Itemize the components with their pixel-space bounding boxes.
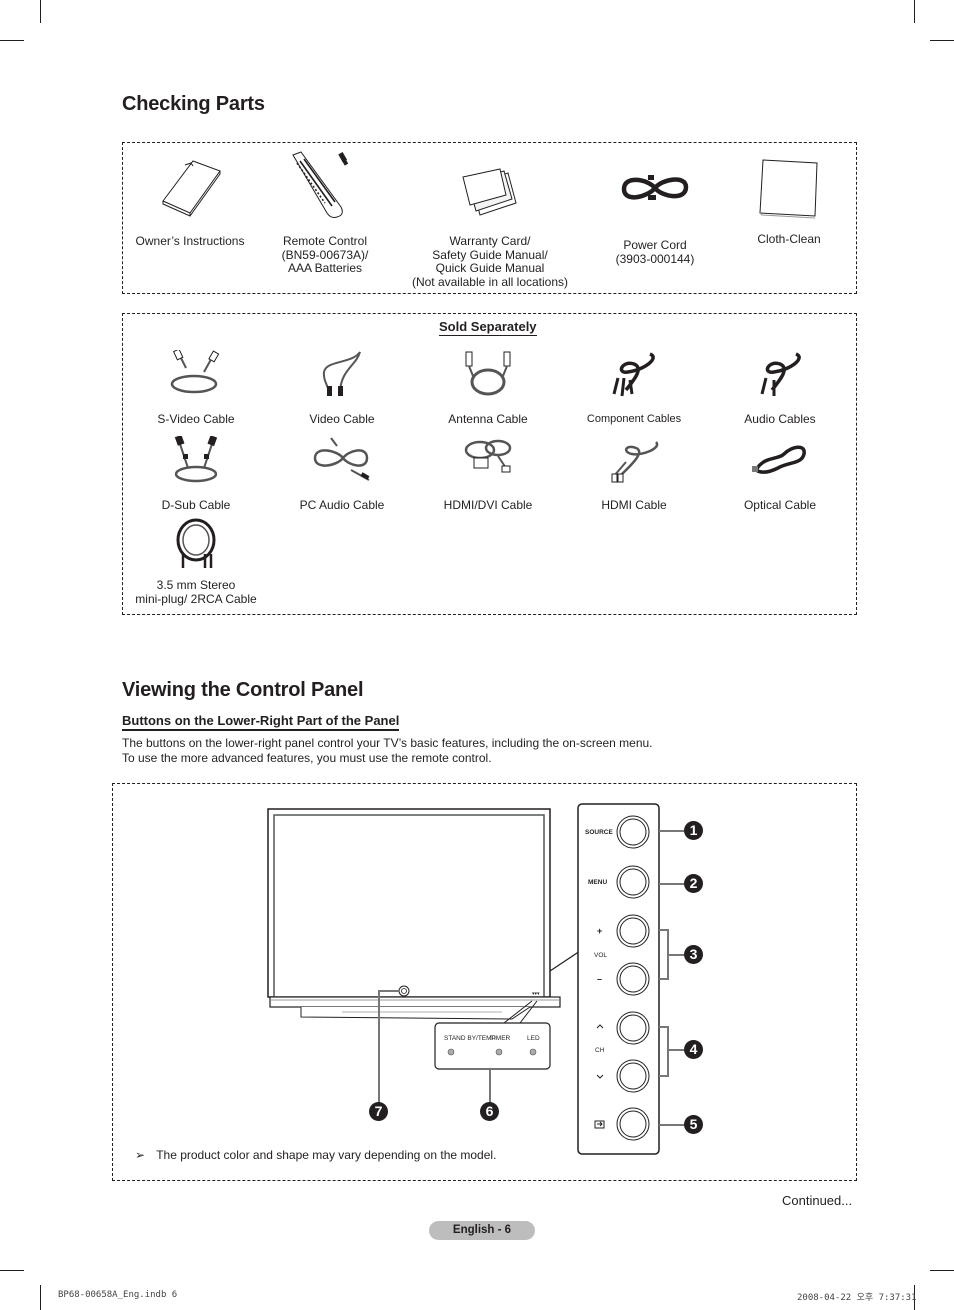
part-s-video-cable: S-Video Cable (133, 350, 259, 427)
part-label: Antenna Cable (448, 412, 528, 426)
led-label: LED (527, 1035, 540, 1042)
pc-audio-cable-icon (313, 437, 370, 481)
crop-mark (0, 40, 24, 41)
part-label: Video Cable (309, 412, 375, 426)
part-hdmi-cable: HDMI Cable (571, 436, 697, 513)
part-label: HDMI/DVI Cable (443, 498, 533, 512)
antenna-cable-icon (465, 351, 511, 396)
part-label: Power Cord (3903-000144) (615, 238, 695, 266)
part-owners-instructions: Owner’s Instructions (123, 157, 257, 249)
crop-mark (930, 40, 954, 41)
description-line: The buttons on the lower-right panel con… (122, 736, 653, 750)
part-pc-audio-cable: PC Audio Cable (279, 436, 405, 513)
part-antenna-cable: Antenna Cable (425, 350, 551, 427)
part-label: 3.5 mm Stereo mini-plug/ 2RCA Cable (135, 578, 257, 606)
component-cables-icon (612, 352, 655, 397)
audio-cables-icon (760, 352, 801, 396)
checking-parts-title: Checking Parts (122, 93, 265, 115)
arrow-icon: ➢ (135, 1148, 146, 1162)
part-label: Remote Control (BN59-00673A)/ AAA Batter… (281, 234, 369, 275)
hdmi-cable-icon (611, 441, 659, 483)
part-label: Cloth-Clean (757, 232, 821, 246)
part-cloth-clean: Cloth-Clean (727, 157, 851, 247)
part-remote-control: Remote Control (BN59-00673A)/ AAA Batter… (263, 151, 387, 276)
part-component-cables: Component Cables (571, 350, 697, 427)
part-label: PC Audio Cable (299, 498, 385, 512)
part-label: D-Sub Cable (161, 498, 231, 512)
vol-label: VOL (594, 952, 608, 959)
optical-cable-icon (752, 445, 806, 474)
callout-3: 3 (684, 945, 703, 964)
standby-temp-label: STAND BY/TEMP (444, 1035, 496, 1042)
timer-label: TIMER (490, 1035, 511, 1042)
part-optical-cable: Optical Cable (717, 436, 843, 513)
d-sub-cable-icon (174, 436, 218, 483)
footer-timestamp: 2008-04-22 오후 7:37:31 (797, 1293, 917, 1303)
timer-led (495, 1048, 503, 1056)
note-text: The product color and shape may vary dep… (156, 1148, 497, 1162)
footer-file-name: BP68-00658A_Eng.indb 6 (58, 1290, 178, 1300)
menu-label: MENU (588, 879, 608, 886)
control-panel-title: Viewing the Control Panel (122, 679, 364, 701)
part-stereo-rca-cable: 3.5 mm Stereo mini-plug/ 2RCA Cable (133, 518, 259, 606)
part-warranty-card: Warranty Card/ Safety Guide Manual/ Quic… (403, 167, 577, 289)
power-cord-icon (621, 175, 689, 200)
crop-mark (930, 1270, 954, 1271)
crop-mark (0, 1270, 24, 1271)
control-panel-subheading: Buttons on the Lower-Right Part of the P… (122, 713, 400, 731)
sold-separately-box: Sold Separately S-Video Cable Video Cabl… (122, 313, 857, 615)
led-indicator (529, 1048, 537, 1056)
source-label: SOURCE (585, 829, 613, 836)
callout-2: 2 (684, 874, 703, 893)
s-video-cable-icon (170, 350, 220, 394)
ch-label: CH (595, 1047, 605, 1054)
part-label: Warranty Card/ Safety Guide Manual/ Quic… (411, 234, 569, 289)
crop-mark (40, 1285, 41, 1310)
part-video-cable: Video Cable (279, 350, 405, 427)
crop-mark (914, 0, 915, 23)
vol-plus-label: + (597, 926, 603, 936)
manual-icon (162, 160, 221, 217)
part-label: HDMI Cable (601, 498, 667, 512)
video-cable-icon (322, 351, 361, 396)
sold-separately-title: Sold Separately (439, 319, 537, 336)
part-label: Component Cables (586, 413, 682, 425)
tv-power-button[interactable] (398, 985, 410, 997)
part-label: Owner’s Instructions (135, 234, 245, 248)
part-label: Optical Cable (743, 498, 817, 512)
description-line: To use the more advanced features, you m… (122, 750, 492, 765)
tv-diagram: ▾▾▾ (267, 803, 684, 1155)
tv-illustration (267, 808, 561, 1020)
stereo-rca-cable-icon (176, 518, 216, 568)
part-d-sub-cable: D-Sub Cable (133, 436, 259, 513)
callout-7: 7 (369, 1102, 388, 1121)
cloth-icon (759, 159, 818, 219)
model-note: ➢ The product color and shape may vary d… (135, 1148, 496, 1162)
part-label: Audio Cables (744, 412, 816, 426)
callout-1: 1 (684, 821, 703, 840)
part-power-cord: Power Cord (3903-000144) (593, 171, 717, 266)
hdmi-dvi-cable-icon (464, 439, 512, 473)
continued-text: Continued... (782, 1193, 853, 1208)
callout-6: 6 (480, 1102, 499, 1121)
remote-control-icon (292, 151, 349, 218)
included-parts-box: Owner’s Instructions Remote Control (BN5… (122, 142, 857, 294)
callout-5: 5 (684, 1115, 703, 1134)
standby-led (447, 1048, 455, 1056)
page-number-badge: English - 6 (429, 1221, 535, 1240)
svg-text:▾▾▾: ▾▾▾ (532, 991, 540, 997)
vol-minus-label: – (597, 974, 603, 984)
callout-4: 4 (684, 1040, 703, 1059)
crop-mark (40, 0, 41, 23)
part-audio-cables: Audio Cables (717, 350, 843, 427)
part-label: S-Video Cable (157, 412, 235, 426)
control-panel-description: The buttons on the lower-right panel con… (122, 736, 653, 765)
part-hdmi-dvi-cable: HDMI/DVI Cable (425, 436, 551, 513)
warranty-cards-icon (462, 168, 517, 216)
